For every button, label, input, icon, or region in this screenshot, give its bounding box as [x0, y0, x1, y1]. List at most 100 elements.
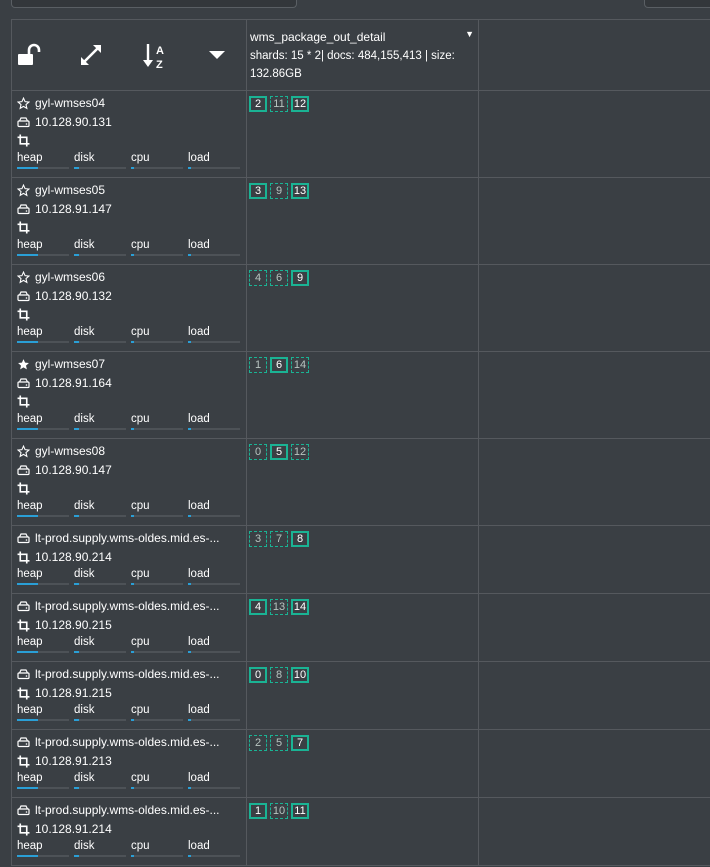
node-ip: 10.128.90.147	[35, 463, 112, 477]
node-metrics: heap disk cpu load	[17, 840, 242, 860]
primary-shard[interactable]: 2	[249, 96, 267, 112]
primary-shard[interactable]: 14	[291, 599, 309, 615]
primary-shard[interactable]: 13	[291, 183, 309, 199]
metric-label: cpu	[131, 500, 150, 512]
index-menu-caret-icon[interactable]: ▼	[465, 29, 474, 39]
shard-cell: 4 13 14	[246, 593, 479, 661]
hdd-icon	[17, 464, 30, 475]
node-info-cell: lt-prod.supply.wms-oldes.mid.es-... 10.12…	[11, 525, 247, 593]
metric-bar	[74, 719, 126, 721]
metric-bar-fill	[131, 651, 134, 653]
primary-shard[interactable]: 9	[291, 270, 309, 286]
caret-down-icon[interactable]	[205, 42, 231, 68]
primary-shard[interactable]: 0	[249, 667, 267, 683]
metric-label: heap	[17, 413, 43, 425]
primary-shard[interactable]: 5	[270, 444, 288, 460]
node-name[interactable]: gyl-wmses08	[35, 444, 105, 458]
metric-bar-fill	[17, 515, 38, 517]
node-metrics: heap disk cpu load	[17, 704, 242, 724]
replica-shard[interactable]: 2	[249, 735, 267, 751]
metric-bar-fill	[17, 787, 38, 789]
node-name[interactable]: lt-prod.supply.wms-oldes.mid.es-...	[35, 667, 220, 681]
metric-cpu: cpu	[131, 500, 183, 517]
metric-bar	[74, 855, 126, 857]
replica-shard[interactable]: 0	[249, 444, 267, 460]
primary-shard[interactable]: 11	[291, 803, 309, 819]
metric-disk: disk	[74, 636, 126, 653]
metric-bar	[17, 787, 69, 789]
metric-bar-fill	[74, 515, 79, 517]
metric-bar-fill	[17, 583, 38, 585]
primary-shard[interactable]: 8	[291, 531, 309, 547]
node-row: lt-prod.supply.wms-oldes.mid.es-... 10.12…	[11, 661, 710, 730]
node-info-cell: lt-prod.supply.wms-oldes.mid.es-... 10.12…	[11, 797, 247, 865]
metric-label: disk	[74, 636, 95, 648]
replica-shard[interactable]: 7	[270, 531, 288, 547]
metric-bar-fill	[188, 719, 191, 721]
node-ip: 10.128.91.214	[35, 822, 112, 836]
primary-shard[interactable]: 4	[249, 599, 267, 615]
metric-bar	[188, 787, 240, 789]
primary-shard[interactable]: 10	[291, 667, 309, 683]
node-ip: 10.128.91.213	[35, 754, 112, 768]
node-row: gyl-wmses06 10.128.90.132 heap disk cpu load 4…	[11, 264, 710, 352]
node-name[interactable]: gyl-wmses07	[35, 357, 105, 371]
metric-bar-fill	[188, 341, 191, 343]
replica-shard[interactable]: 3	[249, 531, 267, 547]
primary-shard[interactable]: 7	[291, 735, 309, 751]
node-name[interactable]: lt-prod.supply.wms-oldes.mid.es-...	[35, 803, 220, 817]
empty-cell	[479, 90, 710, 177]
toolbar-control[interactable]	[644, 0, 710, 8]
replica-shard[interactable]: 4	[249, 270, 267, 286]
star-outline-icon	[17, 96, 30, 109]
metric-bar	[17, 855, 69, 857]
metric-load: load	[188, 500, 240, 517]
node-name[interactable]: lt-prod.supply.wms-oldes.mid.es-...	[35, 531, 220, 545]
replica-shard[interactable]: 10	[270, 803, 288, 819]
node-ip: 10.128.90.131	[35, 115, 112, 129]
replica-shard[interactable]: 9	[270, 183, 288, 199]
replica-shard[interactable]: 8	[270, 667, 288, 683]
primary-shard[interactable]: 1	[249, 803, 267, 819]
unlock-icon[interactable]	[16, 42, 42, 68]
shard-cell: 3 9 13	[246, 177, 479, 264]
replica-shard[interactable]: 12	[291, 444, 309, 460]
primary-shard[interactable]: 3	[249, 183, 267, 199]
metric-label: cpu	[131, 840, 150, 852]
empty-header-cell	[479, 20, 710, 90]
metric-disk: disk	[74, 772, 126, 789]
crop-icon	[17, 687, 30, 699]
expand-icon[interactable]	[78, 42, 104, 68]
replica-shard[interactable]: 1	[249, 357, 267, 373]
index-name[interactable]: wms_package_out_detail	[250, 30, 385, 44]
metric-bar-fill	[188, 787, 191, 789]
node-name[interactable]: gyl-wmses06	[35, 270, 105, 284]
replica-shard[interactable]: 11	[270, 96, 288, 112]
node-name[interactable]: lt-prod.supply.wms-oldes.mid.es-...	[35, 599, 220, 613]
metric-bar-fill	[17, 167, 38, 169]
replica-shard[interactable]: 5	[270, 735, 288, 751]
metric-bar-fill	[131, 428, 134, 430]
primary-shard[interactable]: 6	[270, 357, 288, 373]
replica-shard[interactable]: 6	[270, 270, 288, 286]
filter-input[interactable]	[11, 0, 297, 8]
node-metrics: heap disk cpu load	[17, 568, 242, 588]
empty-cell	[479, 661, 710, 729]
metric-bar	[74, 167, 126, 169]
metric-cpu: cpu	[131, 636, 183, 653]
metric-bar	[74, 787, 126, 789]
metric-bar	[74, 651, 126, 653]
metric-bar-fill	[74, 254, 79, 256]
node-info-cell: gyl-wmses04 10.128.90.131 heap disk cpu load	[11, 90, 247, 177]
metric-cpu: cpu	[131, 152, 183, 169]
sort-alpha-icon[interactable]: A Z	[142, 42, 172, 71]
metric-cpu: cpu	[131, 239, 183, 256]
shard-cell: 378	[246, 525, 479, 593]
replica-shard[interactable]: 13	[270, 599, 288, 615]
primary-shard[interactable]: 12	[291, 96, 309, 112]
node-name[interactable]: gyl-wmses04	[35, 96, 105, 110]
node-name[interactable]: gyl-wmses05	[35, 183, 105, 197]
metric-load: load	[188, 636, 240, 653]
node-name[interactable]: lt-prod.supply.wms-oldes.mid.es-...	[35, 735, 220, 749]
replica-shard[interactable]: 14	[291, 357, 309, 373]
